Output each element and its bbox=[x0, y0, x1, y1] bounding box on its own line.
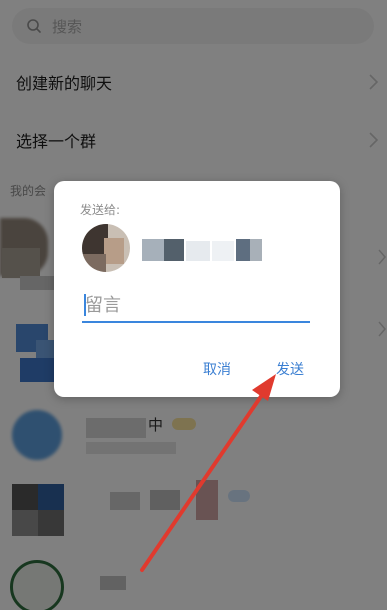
send-button[interactable]: 发送 bbox=[276, 359, 304, 379]
message-input[interactable] bbox=[82, 289, 310, 323]
cancel-button[interactable]: 取消 bbox=[203, 359, 231, 379]
recipient-name-mosaic bbox=[142, 239, 262, 261]
dialog-title: 发送给: bbox=[80, 203, 121, 217]
text-caret bbox=[84, 294, 86, 316]
send-to-dialog: 发送给: 取消 发送 bbox=[54, 181, 340, 397]
recipient-avatar bbox=[82, 224, 130, 272]
